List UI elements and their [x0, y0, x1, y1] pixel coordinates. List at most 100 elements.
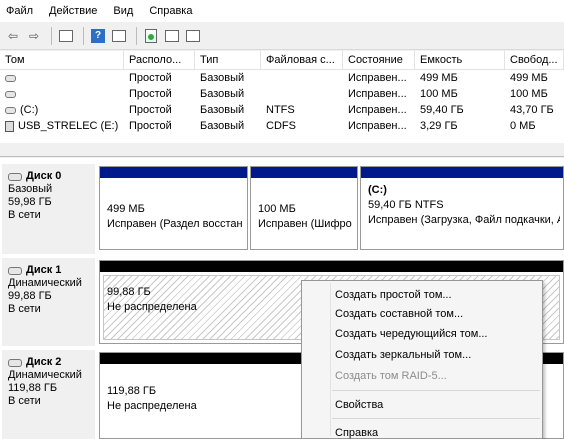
volume-capacity: 59,40 ГБ [420, 104, 464, 116]
partition[interactable]: 499 МБ Исправен (Раздел восстан [99, 166, 248, 250]
refresh-icon[interactable] [142, 27, 160, 45]
toolbar-separator [83, 26, 84, 45]
volume-fs: NTFS [266, 104, 295, 116]
disk-kind: Базовый [8, 183, 53, 195]
volume-free: 0 МБ [510, 120, 536, 132]
drive-icon [5, 74, 16, 82]
partition-size: 499 МБ [107, 203, 145, 215]
drive-icon [5, 90, 16, 98]
partition-status: Исправен (Загрузка, Файл подкачки, Ав [368, 214, 560, 226]
volume-row[interactable]: Простой Базовый Исправен... 100 МБ 100 М… [0, 86, 564, 102]
volume-layout: Простой [129, 120, 172, 132]
volume-status: Исправен... [348, 88, 407, 100]
menu-file[interactable]: Файл [6, 5, 41, 17]
disk-kind: Динамический [8, 277, 82, 289]
volume-name: USB_STRELEC (E:) [18, 120, 119, 132]
volume-status: Исправен... [348, 104, 407, 116]
disk-size: 99,88 ГБ [8, 290, 52, 302]
context-menu: Создать простой том... Создать составной… [301, 280, 543, 439]
partition-size: 100 МБ [258, 203, 296, 215]
disk-icon [8, 358, 22, 367]
disk-0: Диск 0 Базовый 59,98 ГБ В сети 499 МБ Ис… [0, 164, 564, 254]
usb-drive-icon [5, 120, 14, 132]
partition-bar [100, 261, 563, 272]
menu-action[interactable]: Действие [49, 5, 105, 17]
menu-view[interactable]: Вид [113, 5, 141, 17]
disk-state: В сети [8, 209, 41, 221]
volume-free: 499 МБ [510, 72, 548, 84]
disk-label[interactable]: Диск 1 Динамический 99,88 ГБ В сети [2, 258, 95, 346]
forward-icon[interactable]: ⇨ [25, 27, 43, 45]
disk-title: Диск 0 [26, 170, 62, 182]
disk-icon [8, 172, 22, 181]
view-icon[interactable] [184, 27, 202, 45]
menu-bar: Файл Действие Вид Справка [0, 0, 564, 22]
toolbar-separator [51, 26, 52, 45]
properties-icon[interactable] [110, 27, 128, 45]
column-type[interactable]: Тип [195, 51, 261, 69]
partition[interactable]: 100 МБ Исправен (Шифро [250, 166, 358, 250]
volume-row[interactable]: Простой Базовый Исправен... 499 МБ 499 М… [0, 70, 564, 86]
console-tree-icon[interactable] [57, 27, 75, 45]
column-status[interactable]: Состояние [343, 51, 415, 69]
partition-label: (C:) [368, 184, 387, 196]
disk-size: 59,98 ГБ [8, 196, 52, 208]
volume-name: (C:) [20, 104, 39, 116]
menu-help[interactable]: Справка [149, 5, 200, 17]
volume-free: 43,70 ГБ [510, 104, 554, 116]
column-layout[interactable]: Располо... [124, 51, 195, 69]
volume-row[interactable]: USB_STRELEC (E:) Простой Базовый CDFS Ис… [0, 118, 564, 134]
column-free[interactable]: Свобод... [505, 51, 564, 69]
rescan-icon[interactable] [163, 27, 181, 45]
volume-type: Базовый [200, 88, 245, 100]
menu-properties[interactable]: Свойства [302, 396, 542, 414]
volume-fs [261, 70, 343, 86]
volume-capacity: 499 МБ [420, 72, 458, 84]
toolbar-separator [136, 26, 137, 45]
partition-label [258, 187, 354, 202]
partition-bar [251, 167, 357, 178]
disk-kind: Динамический [8, 369, 82, 381]
volume-list-header: Том Располо... Тип Файловая с... Состоян… [0, 51, 564, 70]
partition-bar [361, 167, 563, 178]
column-volume[interactable]: Том [0, 51, 124, 69]
volume-row[interactable]: (C:) Простой Базовый NTFS Исправен... 59… [0, 102, 564, 118]
volume-layout: Простой [129, 72, 172, 84]
volume-layout: Простой [129, 104, 172, 116]
volume-type: Базовый [200, 120, 245, 132]
partition-bar [100, 167, 247, 178]
column-capacity[interactable]: Емкость [415, 51, 505, 69]
volume-type: Базовый [200, 104, 245, 116]
volume-free: 100 МБ [510, 88, 548, 100]
column-filesystem[interactable]: Файловая с... [261, 51, 343, 69]
disk-size: 119,88 ГБ [8, 382, 58, 394]
drive-icon [5, 106, 16, 114]
partition-label [107, 187, 244, 202]
volume-status: Исправен... [348, 72, 407, 84]
menu-create-striped-volume[interactable]: Создать чередующийся том... [302, 325, 542, 343]
menu-create-spanned-volume[interactable]: Создать составной том... [302, 305, 542, 323]
volume-capacity: 100 МБ [420, 88, 458, 100]
partition-size: 59,40 ГБ NTFS [368, 199, 444, 211]
volume-fs: CDFS [266, 120, 296, 132]
volume-status: Исправен... [348, 120, 407, 132]
disk-label[interactable]: Диск 2 Динамический 119,88 ГБ В сети [2, 350, 95, 439]
menu-help-item[interactable]: Справка [302, 424, 542, 439]
menu-create-mirrored-volume[interactable]: Создать зеркальный том... [302, 346, 542, 364]
menu-create-simple-volume[interactable]: Создать простой том... [302, 286, 542, 304]
toolbar: ⇦ ⇨ ? [0, 22, 564, 50]
partition-status: Исправен (Шифро [258, 218, 352, 230]
back-icon[interactable]: ⇦ [4, 27, 22, 45]
volume-type: Базовый [200, 72, 245, 84]
pane-splitter[interactable] [0, 143, 564, 157]
partition-c[interactable]: (C:) 59,40 ГБ NTFS Исправен (Загрузка, Ф… [360, 166, 564, 250]
menu-create-raid5-volume: Создать том RAID-5... [335, 370, 447, 382]
volume-layout: Простой [129, 88, 172, 100]
disk-label[interactable]: Диск 0 Базовый 59,98 ГБ В сети [2, 164, 95, 254]
volume-capacity: 3,29 ГБ [420, 120, 458, 132]
volume-list: Том Располо... Тип Файловая с... Состоян… [0, 51, 564, 143]
help-icon[interactable]: ? [89, 27, 107, 45]
disk-state: В сети [8, 395, 41, 407]
disk-title: Диск 1 [26, 264, 62, 276]
disk-title: Диск 2 [26, 356, 62, 368]
